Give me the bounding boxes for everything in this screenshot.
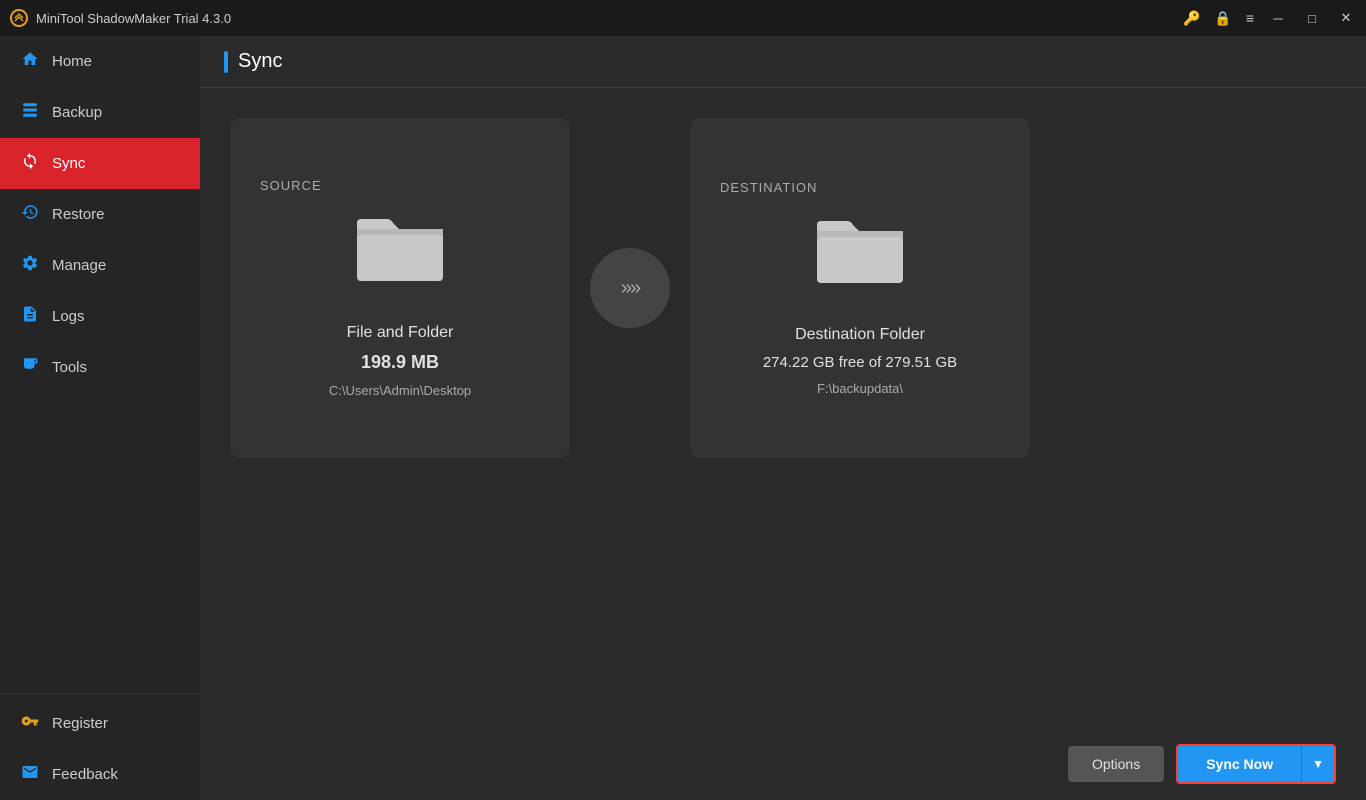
- sidebar-item-home[interactable]: Home: [0, 36, 200, 87]
- destination-free: 274.22 GB free of 279.51 GB: [763, 354, 957, 371]
- sidebar-item-logs[interactable]: Logs: [0, 291, 200, 342]
- options-button[interactable]: Options: [1068, 746, 1164, 782]
- sync-now-button[interactable]: Sync Now: [1178, 746, 1301, 782]
- action-bar: Options Sync Now ▼: [200, 728, 1366, 800]
- destination-path: F:\backupdata\: [817, 381, 903, 396]
- sidebar-label-logs: Logs: [52, 308, 85, 325]
- app-title: MiniTool ShadowMaker Trial 4.3.0: [36, 11, 1183, 26]
- sidebar-item-sync[interactable]: Sync: [0, 138, 200, 189]
- minimize-button[interactable]: ─: [1268, 8, 1288, 28]
- sidebar-label-backup: Backup: [52, 104, 102, 121]
- menu-icon[interactable]: ≡: [1246, 10, 1254, 26]
- home-icon: [20, 50, 40, 73]
- sidebar-label-feedback: Feedback: [52, 766, 118, 783]
- source-name: File and Folder: [347, 324, 454, 342]
- sidebar-label-restore: Restore: [52, 206, 105, 223]
- sync-area: SOURCE File and Folder: [200, 88, 1366, 728]
- key-icon[interactable]: 🔑: [1183, 10, 1200, 27]
- sidebar: Home Backup Sync Restore Manage: [0, 36, 200, 800]
- source-folder-icon: [355, 213, 445, 290]
- sidebar-label-tools: Tools: [52, 359, 87, 376]
- titlebar: MiniTool ShadowMaker Trial 4.3.0 🔑 🔒 ≡ ─…: [0, 0, 1366, 36]
- sync-now-wrap: Sync Now ▼: [1176, 744, 1336, 784]
- sidebar-label-register: Register: [52, 715, 108, 732]
- source-label: SOURCE: [260, 178, 322, 193]
- main-layout: Home Backup Sync Restore Manage: [0, 36, 1366, 800]
- title-accent: [224, 51, 228, 73]
- sidebar-item-backup[interactable]: Backup: [0, 87, 200, 138]
- close-button[interactable]: ✕: [1336, 8, 1356, 28]
- source-path: C:\Users\Admin\Desktop: [329, 383, 471, 398]
- backup-icon: [20, 101, 40, 124]
- manage-icon: [20, 254, 40, 277]
- app-logo: [10, 9, 28, 27]
- feedback-icon: [20, 763, 40, 786]
- page-title-bar: Sync: [224, 50, 282, 73]
- sync-icon: [20, 152, 40, 175]
- sidebar-item-feedback[interactable]: Feedback: [0, 749, 200, 800]
- source-size: 198.9 MB: [361, 352, 439, 373]
- sync-now-dropdown-button[interactable]: ▼: [1301, 746, 1334, 782]
- destination-card[interactable]: DESTINATION Destination Folder 274.22 GB…: [690, 118, 1030, 458]
- sidebar-item-register[interactable]: Register: [0, 698, 200, 749]
- arrow-chevrons-icon: »»: [621, 277, 639, 300]
- lock-icon[interactable]: 🔒: [1214, 10, 1231, 27]
- sync-arrow: »»: [590, 248, 670, 328]
- page-title: Sync: [238, 50, 282, 73]
- tools-icon: [20, 356, 40, 379]
- destination-label: DESTINATION: [720, 180, 817, 195]
- restore-icon: [20, 203, 40, 226]
- register-icon: [20, 712, 40, 735]
- content-area: Sync SOURCE: [200, 36, 1366, 800]
- sidebar-label-sync: Sync: [52, 155, 85, 172]
- window-controls: 🔑 🔒 ≡ ─ □ ✕: [1183, 8, 1356, 28]
- sync-cards: SOURCE File and Folder: [230, 118, 1200, 458]
- maximize-button[interactable]: □: [1302, 8, 1322, 28]
- sidebar-item-manage[interactable]: Manage: [0, 240, 200, 291]
- sidebar-item-tools[interactable]: Tools: [0, 342, 200, 393]
- sidebar-bottom: Register Feedback: [0, 693, 200, 800]
- sidebar-label-manage: Manage: [52, 257, 106, 274]
- destination-name: Destination Folder: [795, 326, 925, 344]
- destination-folder-icon: [815, 215, 905, 292]
- logs-icon: [20, 305, 40, 328]
- page-header: Sync: [200, 36, 1366, 88]
- sidebar-label-home: Home: [52, 53, 92, 70]
- source-card[interactable]: SOURCE File and Folder: [230, 118, 570, 458]
- sidebar-item-restore[interactable]: Restore: [0, 189, 200, 240]
